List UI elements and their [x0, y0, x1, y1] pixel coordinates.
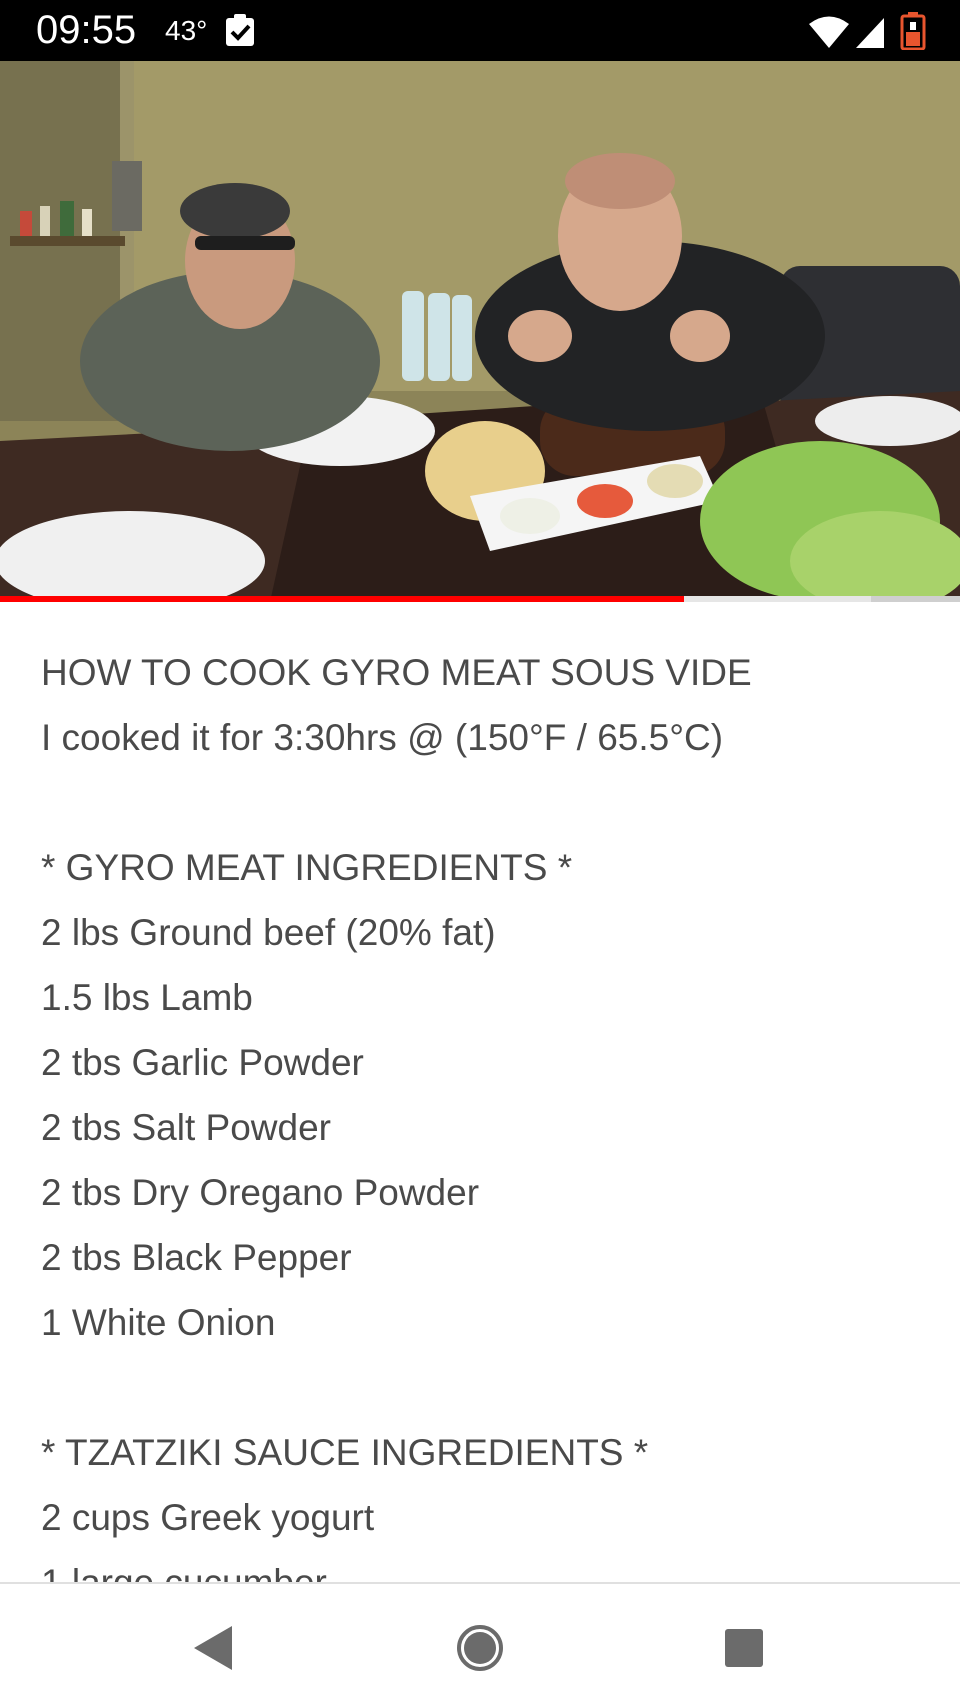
video-description: HOW TO COOK GYRO MEAT SOUS VIDE I cooked… — [41, 640, 931, 1582]
gyro-ingredient: 1 White Onion — [41, 1302, 276, 1343]
status-time: 09:55 — [36, 8, 137, 52]
back-icon[interactable] — [192, 1624, 236, 1672]
status-temperature: 43° — [165, 15, 208, 46]
tzatziki-ingredient: 1 large cucumber — [41, 1550, 931, 1582]
recents-icon[interactable] — [724, 1628, 764, 1668]
task-check-icon — [226, 14, 254, 46]
gyro-ingredient: 2 tbs Dry Oregano Powder — [41, 1172, 480, 1213]
gyro-ingredient: 2 tbs Salt Powder — [41, 1107, 331, 1148]
video-progress-played — [0, 596, 684, 602]
video-progress-bar[interactable] — [0, 596, 960, 602]
battery-icon — [900, 12, 926, 50]
video-player[interactable] — [0, 61, 960, 602]
system-nav-bar — [0, 1582, 960, 1708]
gyro-ingredient: 2 lbs Ground beef (20% fat) — [41, 912, 496, 953]
gyro-ingredients-heading: * GYRO MEAT INGREDIENTS * — [41, 847, 573, 888]
description-title: HOW TO COOK GYRO MEAT SOUS VIDE — [41, 652, 752, 693]
video-frame — [0, 61, 960, 602]
description-subtitle: I cooked it for 3:30hrs @ (150°F / 65.5°… — [41, 717, 724, 758]
home-icon[interactable] — [456, 1624, 504, 1672]
gyro-ingredient: 2 tbs Garlic Powder — [41, 1042, 364, 1083]
gyro-ingredient: 2 tbs Black Pepper — [41, 1237, 352, 1278]
tzatziki-ingredients-heading: * TZATZIKI SAUCE INGREDIENTS * — [41, 1432, 649, 1473]
wifi-icon — [809, 16, 849, 48]
cell-signal-icon — [856, 18, 884, 48]
tzatziki-ingredient: 2 cups Greek yogurt — [41, 1497, 375, 1538]
status-bar: 09:55 43° — [0, 0, 960, 61]
gyro-ingredient: 1.5 lbs Lamb — [41, 977, 253, 1018]
